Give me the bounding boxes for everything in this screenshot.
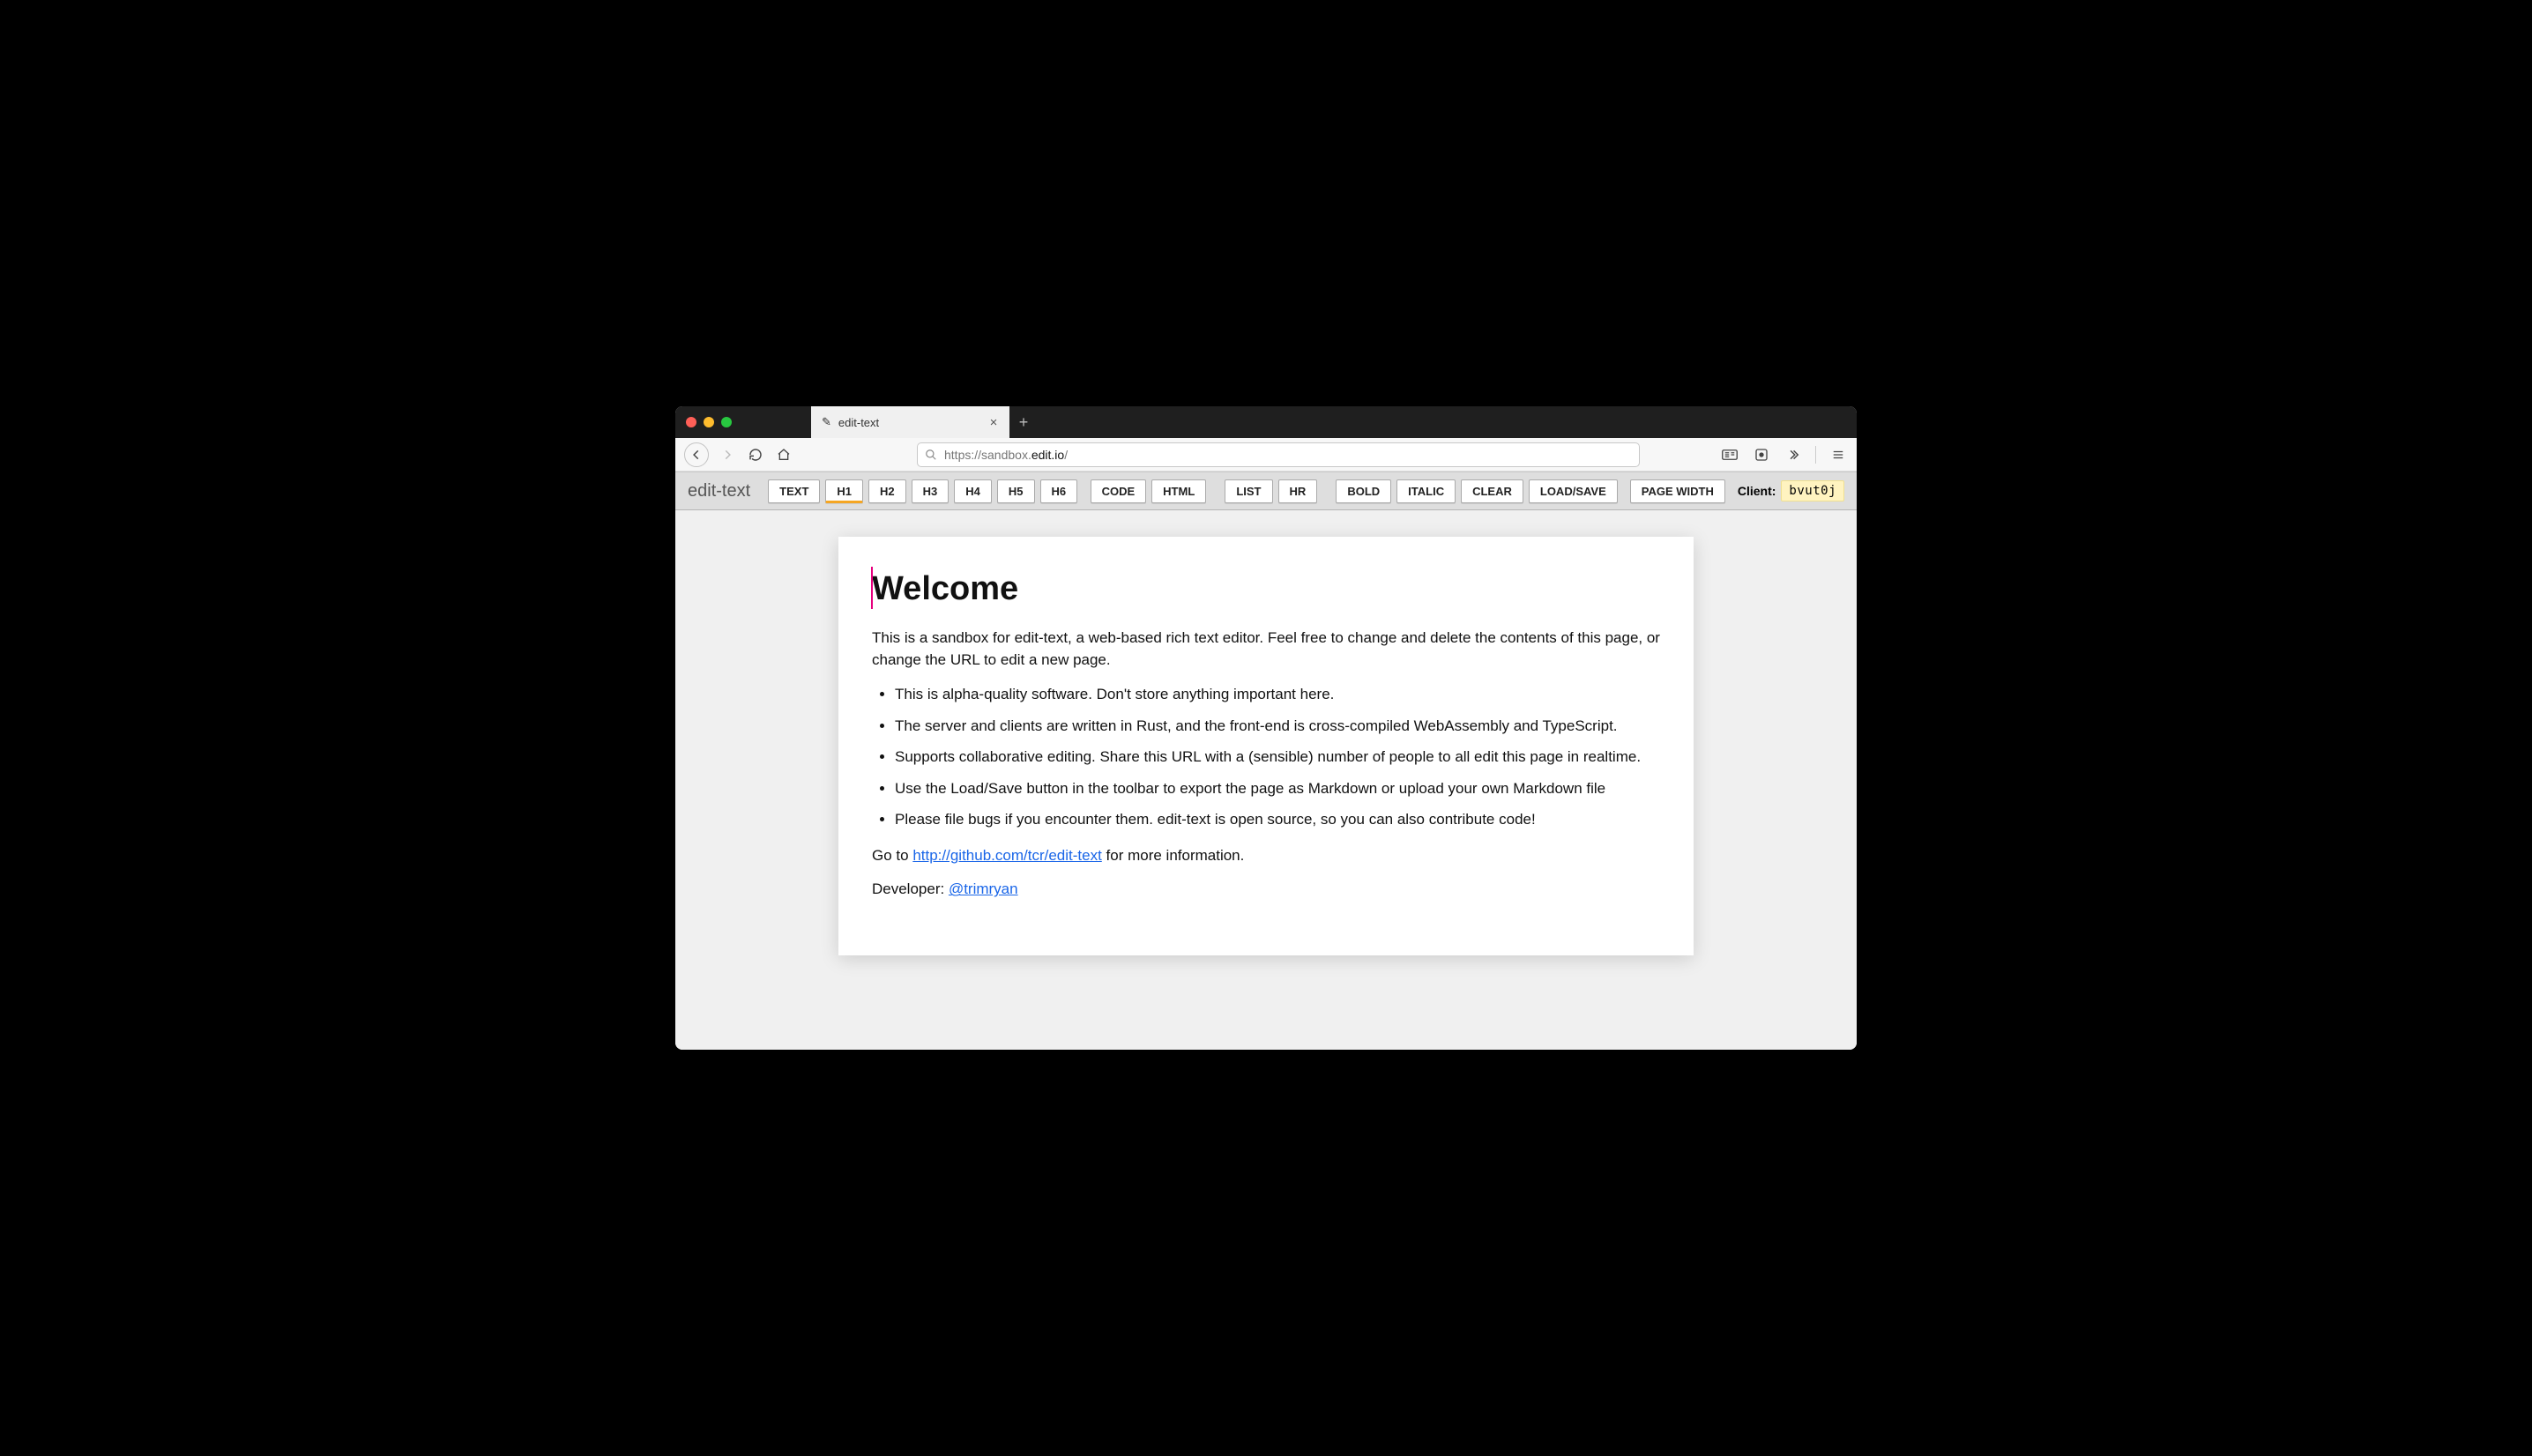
extensions-icon[interactable] bbox=[1752, 445, 1771, 464]
h4-button[interactable]: H4 bbox=[954, 479, 992, 503]
github-link[interactable]: http://github.com/tcr/edit-text bbox=[912, 847, 1101, 864]
document[interactable]: Welcome This is a sandbox for edit-text,… bbox=[838, 537, 1694, 955]
client-indicator: Client: bvut0j bbox=[1738, 480, 1844, 501]
doc-paragraph[interactable]: Developer: @trimryan bbox=[872, 879, 1660, 901]
forward-button[interactable] bbox=[718, 445, 737, 464]
reload-icon bbox=[748, 448, 763, 462]
pencil-icon: ✎ bbox=[822, 415, 831, 429]
browser-nav-toolbar: https://sandbox.edit.io/ bbox=[675, 438, 1857, 472]
hr-button[interactable]: HR bbox=[1278, 479, 1318, 503]
url-bar[interactable]: https://sandbox.edit.io/ bbox=[917, 442, 1640, 467]
h6-button[interactable]: H6 bbox=[1040, 479, 1078, 503]
text-button[interactable]: TEXT bbox=[768, 479, 820, 503]
app-brand: edit-text bbox=[688, 481, 750, 501]
maximize-window-button[interactable] bbox=[721, 417, 732, 427]
pagewidth-button[interactable]: PAGE WIDTH bbox=[1630, 479, 1725, 503]
home-icon bbox=[777, 448, 791, 462]
list-item[interactable]: Use the Load/Save button in the toolbar … bbox=[895, 777, 1660, 800]
list-item[interactable]: The server and clients are written in Ru… bbox=[895, 715, 1660, 738]
list-item[interactable]: This is alpha-quality software. Don't st… bbox=[895, 683, 1660, 706]
doc-heading[interactable]: Welcome bbox=[872, 570, 1660, 608]
doc-paragraph[interactable]: This is a sandbox for edit-text, a web-b… bbox=[872, 628, 1660, 671]
doc-list[interactable]: This is alpha-quality software. Don't st… bbox=[895, 683, 1660, 831]
html-button[interactable]: HTML bbox=[1151, 479, 1206, 503]
list-item[interactable]: Supports collaborative editing. Share th… bbox=[895, 746, 1660, 769]
url-text: https://sandbox.edit.io/ bbox=[944, 448, 1068, 462]
browser-window: ✎ edit-text × + bbox=[675, 406, 1857, 1050]
doc-paragraph[interactable]: Go to http://github.com/tcr/edit-text fo… bbox=[872, 845, 1660, 867]
text-cursor bbox=[871, 567, 873, 609]
list-item[interactable]: Please file bugs if you encounter them. … bbox=[895, 808, 1660, 831]
client-label: Client: bbox=[1738, 484, 1776, 498]
close-window-button[interactable] bbox=[686, 417, 696, 427]
arrow-left-icon bbox=[690, 449, 703, 461]
reload-button[interactable] bbox=[746, 445, 765, 464]
back-button[interactable] bbox=[684, 442, 709, 467]
clear-button[interactable]: CLEAR bbox=[1461, 479, 1523, 503]
window-controls bbox=[686, 406, 732, 438]
code-button[interactable]: CODE bbox=[1091, 479, 1147, 503]
italic-button[interactable]: ITALIC bbox=[1396, 479, 1456, 503]
home-button[interactable] bbox=[774, 445, 793, 464]
developer-link[interactable]: @trimryan bbox=[949, 880, 1018, 897]
h5-button[interactable]: H5 bbox=[997, 479, 1035, 503]
loadsave-button[interactable]: LOAD/SAVE bbox=[1529, 479, 1618, 503]
reader-mode-icon[interactable] bbox=[1720, 445, 1739, 464]
client-id: bvut0j bbox=[1781, 480, 1844, 501]
new-tab-button[interactable]: + bbox=[1009, 406, 1038, 438]
page-area[interactable]: Welcome This is a sandbox for edit-text,… bbox=[675, 510, 1857, 1050]
overflow-icon[interactable] bbox=[1784, 445, 1803, 464]
app-toolbar: edit-text TEXT H1 H2 H3 H4 H5 H6 CODE HT… bbox=[675, 472, 1857, 510]
browser-tab[interactable]: ✎ edit-text × bbox=[811, 406, 1009, 438]
bold-button[interactable]: BOLD bbox=[1336, 479, 1391, 503]
titlebar: ✎ edit-text × + bbox=[675, 406, 1857, 438]
minimize-window-button[interactable] bbox=[704, 417, 714, 427]
h2-button[interactable]: H2 bbox=[868, 479, 906, 503]
search-icon bbox=[925, 449, 937, 461]
h3-button[interactable]: H3 bbox=[912, 479, 950, 503]
tab-title: edit-text bbox=[838, 416, 979, 429]
close-tab-button[interactable]: × bbox=[987, 415, 1001, 429]
h1-button[interactable]: H1 bbox=[825, 479, 863, 503]
arrow-right-icon bbox=[721, 449, 734, 461]
separator bbox=[1815, 446, 1816, 464]
list-button[interactable]: LIST bbox=[1225, 479, 1272, 503]
menu-button[interactable] bbox=[1828, 445, 1848, 464]
